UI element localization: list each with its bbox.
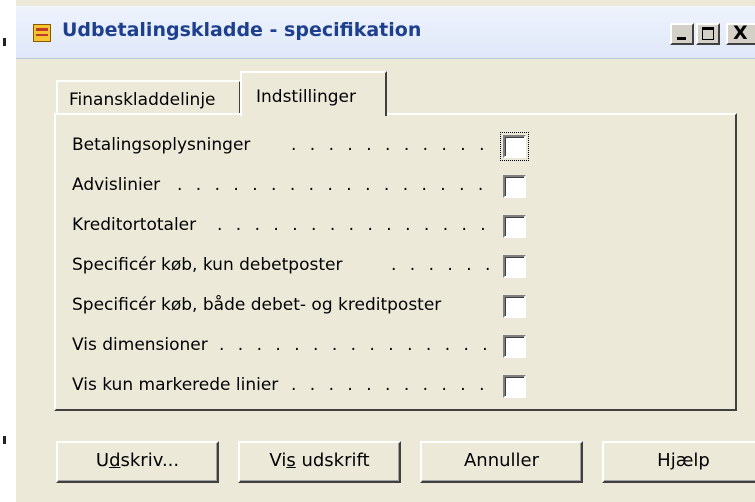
option-label: Vis kun markerede linier — [72, 375, 279, 395]
options-panel: Betalingsoplysninger . . . . . . . . . .… — [54, 113, 737, 411]
help-label: Hjælp — [657, 450, 710, 471]
option-label: Kreditortotaler — [72, 215, 197, 235]
advislinier-checkbox[interactable] — [503, 175, 526, 198]
edge-mark — [3, 436, 6, 444]
tab-finanskladdelinje[interactable]: Finanskladdelinje — [56, 80, 241, 114]
label-part: skriv... — [120, 450, 180, 471]
vis-dimensioner-checkbox[interactable] — [503, 335, 526, 358]
option-label: Specificér køb, kun debetposter — [72, 255, 343, 275]
cancel-label: Annuller — [463, 450, 539, 471]
betalingsoplysninger-checkbox[interactable] — [500, 132, 529, 161]
preview-button[interactable]: Vis udskrift — [238, 441, 401, 483]
label-part: udskrift — [295, 450, 370, 471]
leader-dots: . . . . . . — [391, 255, 495, 275]
tab-label: Finanskladdelinje — [69, 90, 216, 110]
print-button[interactable]: Udskriv... — [56, 441, 219, 483]
vis-markerede-checkbox[interactable] — [503, 375, 526, 398]
edge-mark — [3, 38, 6, 46]
window-title: Udbetalingskladde - specifikation — [62, 19, 422, 41]
label-part: U — [95, 450, 110, 471]
dialog-window: Udbetalingskladde - specifikation X Fina… — [14, 0, 755, 502]
label-part: Vi — [269, 450, 287, 471]
print-label: Udskriv... — [96, 450, 179, 471]
close-button[interactable]: X — [726, 23, 755, 45]
leader-dots: . . . . . . . . . . . . . . . . . — [177, 175, 488, 195]
option-label: Advislinier — [72, 175, 161, 195]
tab-label: Indstillinger — [256, 87, 357, 107]
preview-label: Vis udskrift — [269, 450, 369, 471]
background-window-edge — [0, 0, 14, 502]
leader-dots: . . . . . . . . . . . — [291, 135, 489, 155]
leader-dots: . . . . . . . . . . . — [291, 375, 489, 395]
title-bar[interactable]: Udbetalingskladde - specifikation X — [16, 6, 755, 59]
mnemonic: d — [109, 450, 121, 471]
leader-dots: . . . . . . . . . . . . . . . — [219, 335, 492, 355]
close-icon: X — [733, 22, 748, 44]
specificer-debet-kredit-checkbox[interactable] — [503, 295, 526, 318]
option-label: Vis dimensioner — [72, 335, 208, 355]
leader-dots: . . . . . . . . . . . . . . . — [217, 215, 490, 235]
option-label: Betalingsoplysninger — [72, 135, 251, 155]
kreditortotaler-checkbox[interactable] — [503, 215, 526, 238]
cancel-button[interactable]: Annuller — [420, 441, 583, 483]
maximize-button[interactable] — [696, 23, 720, 45]
option-label: Specificér køb, både debet- og kreditpos… — [72, 295, 442, 315]
app-icon — [33, 24, 51, 42]
minimize-button[interactable] — [670, 23, 694, 45]
specificer-debet-checkbox[interactable] — [503, 255, 526, 278]
help-button[interactable]: Hjælp — [602, 441, 755, 483]
mnemonic: s — [286, 450, 296, 471]
tab-indstillinger[interactable]: Indstillinger — [240, 71, 387, 116]
